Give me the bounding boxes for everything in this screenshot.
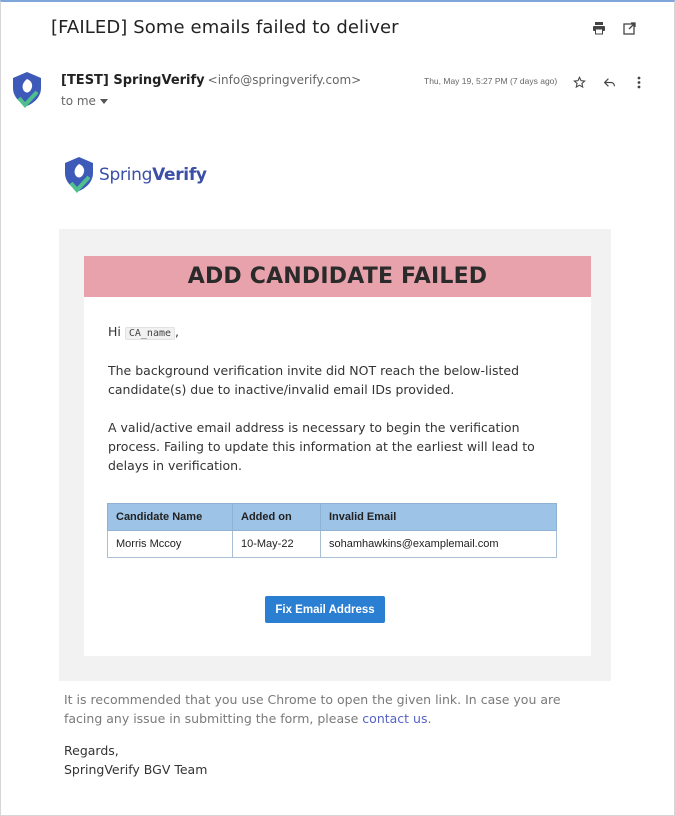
reply-icon[interactable]: [601, 74, 617, 90]
team-signature: SpringVerify BGV Team: [64, 762, 208, 777]
paragraph-valid-email: A valid/active email address is necessar…: [108, 420, 535, 473]
paragraph-invite-failed: The background verification invite did N…: [108, 363, 520, 397]
springverify-logo: SpringVerify: [62, 155, 207, 195]
recipient-label: to me: [61, 94, 96, 108]
sender-name[interactable]: [TEST] SpringVerify: [61, 73, 205, 88]
chrome-recommendation-note: It is recommended that you use Chrome to…: [64, 692, 561, 726]
column-header-added-on: Added on: [232, 503, 321, 531]
table-row: Morris Mccoy 10-May-22 sohamhawkins@exam…: [107, 530, 557, 558]
column-header-invalid-email: Invalid Email: [320, 503, 557, 531]
print-icon[interactable]: [591, 20, 607, 36]
springverify-shield-icon: [65, 157, 93, 194]
open-in-new-window-icon[interactable]: [621, 20, 637, 36]
sender-email: <info@springverify.com>: [207, 73, 362, 87]
recipient-dropdown[interactable]: to me: [61, 94, 108, 108]
header-actions: [591, 20, 637, 36]
message-actions: [571, 74, 647, 90]
email-date: Thu, May 19, 5:27 PM (7 days ago): [424, 76, 558, 86]
cell-invalid-email: sohamhawkins@examplemail.com: [320, 530, 557, 558]
logo-wordmark: SpringVerify: [99, 165, 207, 185]
caret-down-icon: [99, 99, 108, 104]
more-vertical-icon[interactable]: [631, 74, 647, 90]
failure-banner: ADD CANDIDATE FAILED: [84, 256, 591, 297]
contact-us-link[interactable]: contact us: [362, 711, 427, 726]
star-icon[interactable]: [571, 74, 587, 90]
sender-line: [TEST] SpringVerify <info@springverify.co…: [61, 73, 361, 88]
greeting-placeholder-code: CA_name: [124, 327, 176, 340]
banner-title: ADD CANDIDATE FAILED: [187, 264, 488, 289]
regards-text: Regards,: [64, 743, 119, 758]
cell-candidate-name: Morris Mccoy: [107, 530, 233, 558]
greeting: Hi CA_name,: [108, 324, 179, 340]
fix-email-address-button[interactable]: Fix Email Address: [265, 596, 385, 623]
cell-added-on: 10-May-22: [232, 530, 321, 558]
table-header-row: Candidate Name Added on Invalid Email: [107, 503, 557, 531]
candidate-table: Candidate Name Added on Invalid Email Mo…: [107, 503, 557, 558]
signature-block: Regards, SpringVerify BGV Team: [64, 741, 207, 779]
email-subject: [FAILED] Some emails failed to deliver: [51, 17, 399, 38]
column-header-candidate-name: Candidate Name: [107, 503, 233, 531]
sender-avatar: [10, 70, 44, 110]
